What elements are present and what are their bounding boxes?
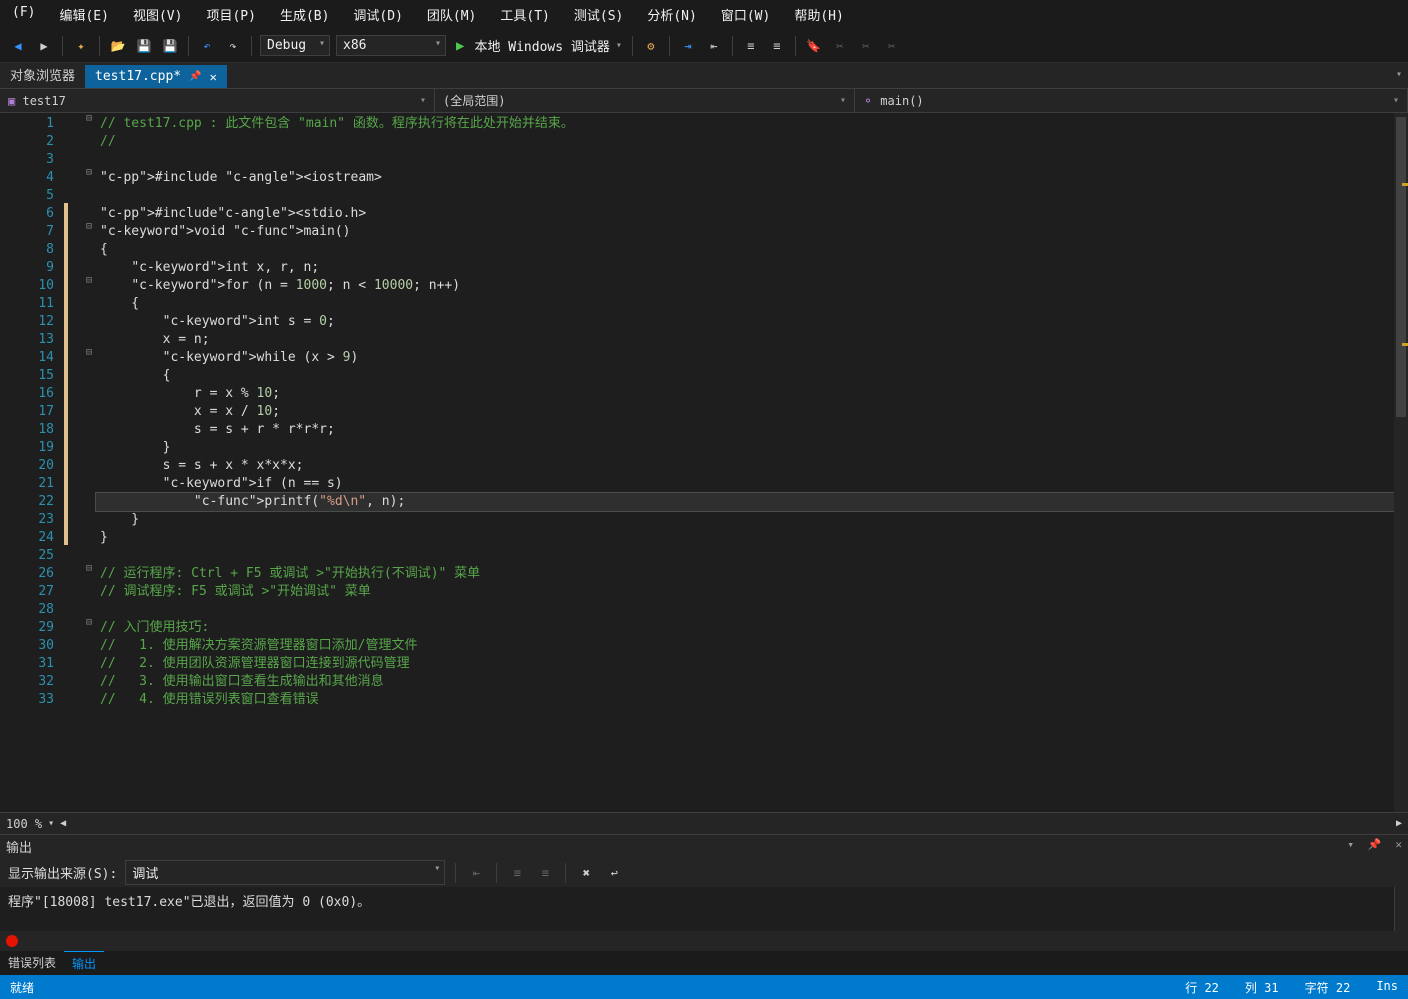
output-source-label: 显示输出来源(S): — [8, 863, 117, 882]
save-icon[interactable]: 💾 — [134, 36, 154, 56]
status-row: 行 22 — [1185, 979, 1219, 996]
platform-combo[interactable]: x86 — [336, 35, 446, 56]
undo-icon[interactable]: ↶ — [197, 36, 217, 56]
bookmark-icon[interactable]: 🔖 — [804, 36, 824, 56]
out-tool-1-icon[interactable]: ⇤ — [466, 863, 486, 883]
nav-function-combo[interactable]: ⚬ main() ▾ — [855, 89, 1408, 112]
menu-file[interactable]: (F) — [8, 3, 39, 26]
error-indicator-icon — [6, 935, 18, 947]
out-tool-3-icon[interactable]: ≡ — [535, 863, 555, 883]
change-marks — [64, 113, 82, 812]
tool-icon-3[interactable]: ✂ — [882, 36, 902, 56]
menu-edit[interactable]: 编辑(E) — [55, 3, 112, 26]
menu-build[interactable]: 生成(B) — [276, 3, 333, 26]
panel-pin-icon[interactable]: 📌 — [1368, 838, 1382, 851]
status-ready: 就绪 — [10, 979, 34, 996]
out-wrap-icon[interactable]: ↩ — [604, 863, 624, 883]
out-clear-icon[interactable]: ✖ — [576, 863, 596, 883]
tab-menu-icon[interactable]: ▾ — [1396, 69, 1402, 80]
tool-icon-1[interactable]: ✂ — [830, 36, 850, 56]
menu-help[interactable]: 帮助(H) — [790, 3, 847, 26]
panel-menu-icon[interactable]: ▾ — [1347, 838, 1354, 851]
hscroll-left-icon[interactable]: ◀ — [60, 818, 66, 829]
forward-icon[interactable]: ▶ — [34, 36, 54, 56]
zoom-dropdown-icon[interactable]: ▾ — [48, 818, 54, 829]
tab-label: test17.cpp* — [95, 69, 181, 84]
document-tab-bar: 对象浏览器 test17.cpp* 📌 ✕ ▾ — [0, 63, 1408, 89]
menu-bar: (F) 编辑(E) 视图(V) 项目(P) 生成(B) 调试(D) 团队(M) … — [0, 0, 1408, 29]
output-vscrollbar[interactable] — [1394, 887, 1408, 931]
editor-zoom-bar: 100 % ▾ ◀ ▶ — [0, 812, 1408, 834]
output-body[interactable]: 程序"[18008] test17.exe"已退出，返回值为 0 (0x0)。 — [0, 887, 1394, 931]
nav-project-combo[interactable]: ▣ test17 ▾ — [0, 89, 435, 112]
save-all-icon[interactable]: 💾 — [160, 36, 180, 56]
out-tool-2-icon[interactable]: ≡ — [507, 863, 527, 883]
output-title: 输出 — [6, 837, 32, 856]
code-editor[interactable]: 1234567891011121314151617181920212223242… — [0, 113, 1408, 812]
indent-icon[interactable]: ≡ — [741, 36, 761, 56]
code-area[interactable]: // test17.cpp : 此文件包含 "main" 函数。程序执行将在此处… — [96, 113, 1394, 812]
bottom-tab-bar: 错误列表 输出 — [0, 951, 1408, 975]
open-icon[interactable]: 📂 — [108, 36, 128, 56]
menu-debug[interactable]: 调试(D) — [349, 3, 406, 26]
menu-project[interactable]: 项目(P) — [202, 3, 259, 26]
menu-tools[interactable]: 工具(T) — [496, 3, 553, 26]
config-combo[interactable]: Debug — [260, 35, 330, 56]
panel-close-icon[interactable]: ✕ — [1395, 838, 1402, 851]
output-source-combo[interactable]: 调试 — [125, 860, 445, 885]
redo-icon[interactable]: ↷ — [223, 36, 243, 56]
pin-icon[interactable]: 📌 — [189, 71, 201, 82]
toolbox-icon[interactable]: ⚙ — [641, 36, 661, 56]
start-debug-button[interactable]: 本地 Windows 调试器 — [470, 34, 623, 57]
fold-gutter: ⊟⊟⊟⊟⊟⊟⊟ — [82, 113, 96, 812]
zoom-value[interactable]: 100 % — [6, 817, 42, 831]
menu-analyze[interactable]: 分析(N) — [643, 3, 700, 26]
menu-view[interactable]: 视图(V) — [129, 3, 186, 26]
nav-scope-combo[interactable]: (全局范围)▾ — [435, 89, 855, 112]
navigation-bar: ▣ test17 ▾ (全局范围)▾ ⚬ main() ▾ — [0, 89, 1408, 113]
tab-error-list[interactable]: 错误列表 — [0, 951, 64, 975]
status-bar: 就绪 行 22 列 31 字符 22 Ins — [0, 975, 1408, 999]
status-ins: Ins — [1376, 979, 1398, 996]
error-indicator-bar — [0, 931, 1408, 951]
hscroll-right-icon[interactable]: ▶ — [1396, 818, 1402, 829]
step-into-icon[interactable]: ⇥ — [678, 36, 698, 56]
output-toolbar: 显示输出来源(S): 调试 ⇤ ≡ ≡ ✖ ↩ — [0, 858, 1408, 887]
play-icon[interactable]: ▶ — [456, 38, 464, 54]
line-number-gutter: 1234567891011121314151617181920212223242… — [0, 113, 64, 812]
output-header: 输出 ▾ 📌 ✕ — [0, 835, 1408, 858]
tab-output[interactable]: 输出 — [64, 951, 104, 975]
step-over-icon[interactable]: ⇤ — [704, 36, 724, 56]
new-project-icon[interactable]: ✦ — [71, 36, 91, 56]
editor-vscrollbar[interactable] — [1394, 113, 1408, 812]
tab-test17-cpp[interactable]: test17.cpp* 📌 ✕ — [85, 65, 227, 88]
tab-object-browser[interactable]: 对象浏览器 — [0, 61, 85, 88]
tool-icon-2[interactable]: ✂ — [856, 36, 876, 56]
close-tab-icon[interactable]: ✕ — [210, 70, 217, 84]
menu-window[interactable]: 窗口(W) — [717, 3, 774, 26]
menu-team[interactable]: 团队(M) — [423, 3, 480, 26]
status-col: 列 31 — [1245, 979, 1279, 996]
menu-test[interactable]: 测试(S) — [570, 3, 627, 26]
status-char: 字符 22 — [1305, 979, 1351, 996]
main-toolbar: ◀ ▶ ✦ 📂 💾 💾 ↶ ↷ Debug x86 ▶ 本地 Windows 调… — [0, 29, 1408, 63]
outdent-icon[interactable]: ≡ — [767, 36, 787, 56]
output-panel: 输出 ▾ 📌 ✕ 显示输出来源(S): 调试 ⇤ ≡ ≡ ✖ ↩ 程序"[180… — [0, 834, 1408, 951]
back-icon[interactable]: ◀ — [8, 36, 28, 56]
